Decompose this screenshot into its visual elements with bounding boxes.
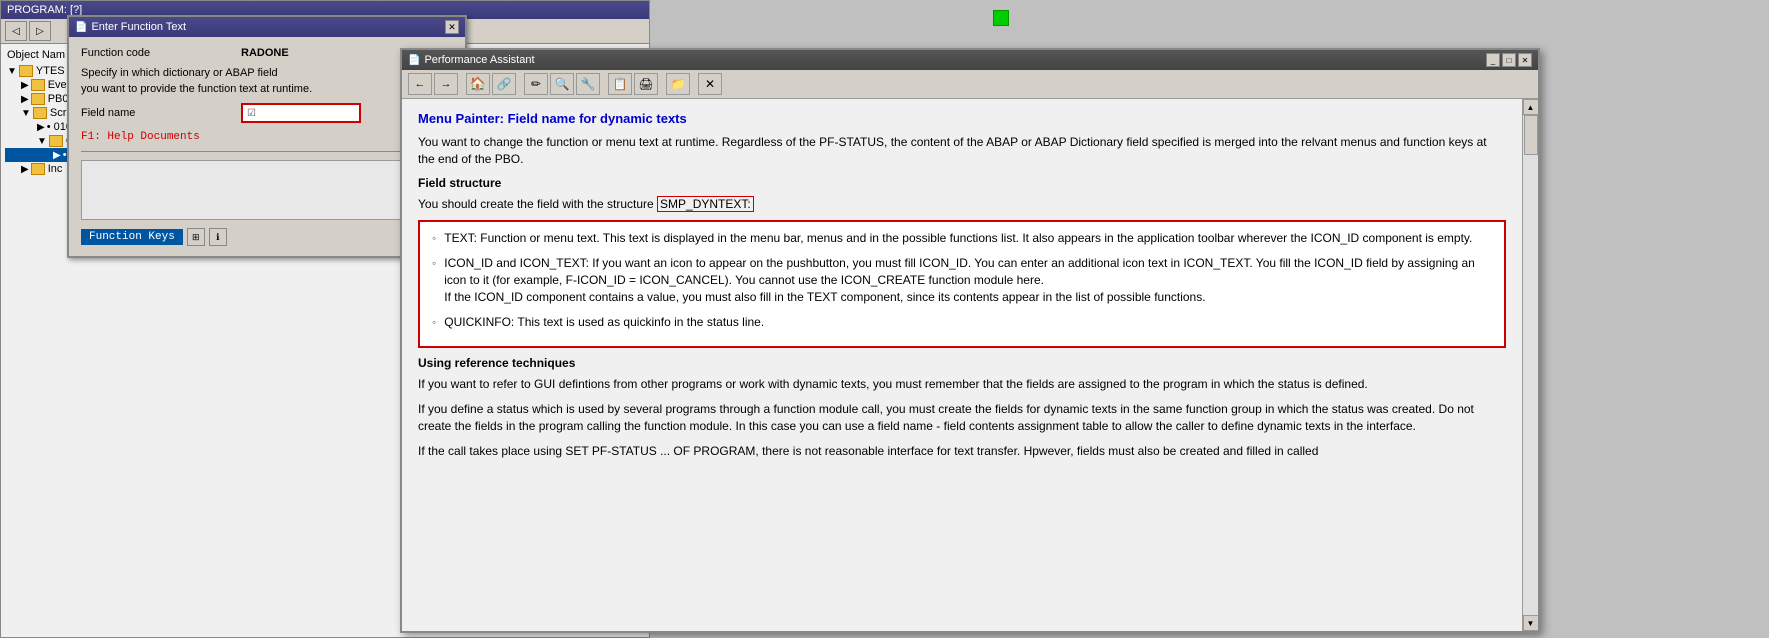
pa-home-button[interactable]: 🏠 bbox=[466, 73, 490, 95]
pa-para-1: You want to change the function or menu … bbox=[418, 134, 1506, 168]
pa-edit-button[interactable]: ✏ bbox=[524, 73, 548, 95]
pa-scroll-down-button[interactable]: ▼ bbox=[1523, 615, 1539, 631]
field-name-field-row: Field name ☑ bbox=[81, 103, 453, 123]
folder-icon bbox=[19, 65, 33, 77]
pa-para-reference: If you want to refer to GUI defintions f… bbox=[418, 376, 1506, 393]
list-area bbox=[81, 160, 453, 220]
field-name-row: Field name ☑ bbox=[81, 103, 453, 123]
toolbar-btn-1[interactable]: ◁ bbox=[5, 21, 27, 41]
pa-section-reference: Using reference techniques bbox=[418, 356, 1506, 370]
pa-structure-name: SMP_DYNTEXT: bbox=[657, 196, 754, 212]
folder-icon bbox=[31, 79, 45, 91]
arrow-icon: ▶ bbox=[21, 94, 29, 105]
pa-title-icon: 📄 bbox=[408, 55, 420, 66]
enter-dialog-title: Enter Function Text bbox=[91, 21, 186, 33]
tree-item-label: YTES bbox=[36, 65, 65, 77]
pa-struct-text-2: ICON_ID and ICON_TEXT: If you want an ic… bbox=[444, 255, 1492, 305]
tree-item-label: Inc bbox=[48, 163, 63, 175]
pa-minimize-button[interactable]: _ bbox=[1486, 53, 1500, 67]
pa-print-button[interactable]: 🖨 bbox=[634, 73, 658, 95]
arrow-icon: ▼ bbox=[21, 108, 31, 119]
tree-item-label: Eve bbox=[48, 79, 67, 91]
pa-para-set-pf: If the call takes place using SET PF-STA… bbox=[418, 443, 1506, 460]
bullet-icon-1: ◦ bbox=[432, 231, 436, 245]
pa-title-left: 📄 Performance Assistant bbox=[408, 54, 535, 66]
tree-item-label: PB0 bbox=[48, 93, 69, 105]
arrow-icon: ▼ bbox=[37, 136, 47, 147]
pa-file-button[interactable]: 📁 bbox=[666, 73, 690, 95]
arrow-icon: ▶ bbox=[21, 164, 29, 175]
pa-scroll-up-button[interactable]: ▲ bbox=[1523, 99, 1539, 115]
pa-scrollbar: ▲ ▼ bbox=[1522, 99, 1538, 631]
function-code-label: Function code bbox=[81, 47, 241, 59]
pa-structure-intro: You should create the field with the str… bbox=[418, 196, 1506, 213]
field-name-label: Field name bbox=[81, 107, 241, 119]
bullet-icon-3: ◦ bbox=[432, 315, 436, 329]
desc-line-1: Specify in which dictionary or ABAP fiel… bbox=[81, 67, 453, 79]
folder-icon bbox=[31, 93, 45, 105]
pa-struct-text-3: QUICKINFO: This text is used as quickinf… bbox=[444, 314, 764, 331]
checkbox-icon: ☑ bbox=[247, 108, 256, 119]
pa-clip-button[interactable]: 📋 bbox=[608, 73, 632, 95]
pa-para-module: If you define a status which is used by … bbox=[418, 401, 1506, 435]
pa-structure-box: ◦ TEXT: Function or menu text. This text… bbox=[418, 220, 1506, 348]
pa-content-area: Menu Painter: Field name for dynamic tex… bbox=[402, 99, 1538, 631]
function-keys-row: Function Keys ⊞ ℹ bbox=[81, 228, 453, 246]
pa-window-controls: _ □ ✕ bbox=[1486, 53, 1532, 67]
dialog-title-icon: 📄 bbox=[75, 22, 87, 33]
tree-item-label: Scr bbox=[50, 107, 67, 119]
pa-scroll-track bbox=[1523, 115, 1538, 615]
separator bbox=[81, 151, 453, 152]
pa-struct-item-icon: ◦ ICON_ID and ICON_TEXT: If you want an … bbox=[432, 255, 1492, 305]
green-status-indicator bbox=[993, 10, 1009, 26]
arrow-icon: ▼ bbox=[7, 66, 17, 77]
desc-line-2: you want to provide the function text at… bbox=[81, 83, 453, 95]
pa-forward-button[interactable]: → bbox=[434, 73, 458, 95]
arrow-icon: ▶ bbox=[53, 150, 61, 161]
function-keys-label: Function Keys bbox=[81, 229, 183, 245]
pa-scroll-thumb[interactable] bbox=[1524, 115, 1538, 155]
pa-link-button[interactable]: 🔗 bbox=[492, 73, 516, 95]
pa-maximize-button[interactable]: □ bbox=[1502, 53, 1516, 67]
pa-toolbar: ← → 🏠 🔗 ✏ 🔍 🔧 📋 🖨 📁 ✕ bbox=[402, 70, 1538, 99]
pa-struct-item-quickinfo: ◦ QUICKINFO: This text is used as quicki… bbox=[432, 314, 1492, 331]
enter-dialog-titlebar: 📄 Enter Function Text ✕ bbox=[69, 17, 465, 37]
help-text: F1: Help Documents bbox=[81, 131, 453, 143]
function-code-row: Function code RADONE bbox=[81, 47, 453, 59]
folder-icon bbox=[31, 163, 45, 175]
toolbar-btn-2[interactable]: ▷ bbox=[29, 21, 51, 41]
pa-main-heading: Menu Painter: Field name for dynamic tex… bbox=[418, 111, 1506, 126]
pa-back-button[interactable]: ← bbox=[408, 73, 432, 95]
pa-struct-text-1: TEXT: Function or menu text. This text i… bbox=[444, 230, 1472, 247]
pa-structure-intro-text: You should create the field with the str… bbox=[418, 197, 654, 211]
pa-search-button[interactable]: 🔍 bbox=[550, 73, 574, 95]
field-name-input[interactable]: ☑ bbox=[241, 103, 361, 123]
pa-titlebar: 📄 Performance Assistant _ □ ✕ bbox=[402, 50, 1538, 70]
pa-toolbar-close-button[interactable]: ✕ bbox=[698, 73, 722, 95]
fk-icon-btn-1[interactable]: ⊞ bbox=[187, 228, 205, 246]
arrow-icon: ▶ bbox=[21, 80, 29, 91]
pa-struct-item-text: ◦ TEXT: Function or menu text. This text… bbox=[432, 230, 1492, 247]
performance-assistant-window: 📄 Performance Assistant _ □ ✕ ← → 🏠 🔗 ✏ … bbox=[400, 48, 1540, 633]
fk-icon-btn-2[interactable]: ℹ bbox=[209, 228, 227, 246]
pa-title: Performance Assistant bbox=[424, 54, 534, 66]
pa-main-content: Menu Painter: Field name for dynamic tex… bbox=[402, 99, 1522, 631]
folder-icon bbox=[49, 135, 63, 147]
pa-section-field-structure: Field structure bbox=[418, 176, 1506, 190]
bullet-icon-2: ◦ bbox=[432, 256, 436, 270]
arrow-icon: ▶ bbox=[37, 122, 45, 133]
pa-close-button[interactable]: ✕ bbox=[1518, 53, 1532, 67]
enter-dialog-close-button[interactable]: ✕ bbox=[445, 20, 459, 34]
function-code-value: RADONE bbox=[241, 47, 289, 59]
pa-settings-button[interactable]: 🔧 bbox=[576, 73, 600, 95]
folder-icon bbox=[33, 107, 47, 119]
